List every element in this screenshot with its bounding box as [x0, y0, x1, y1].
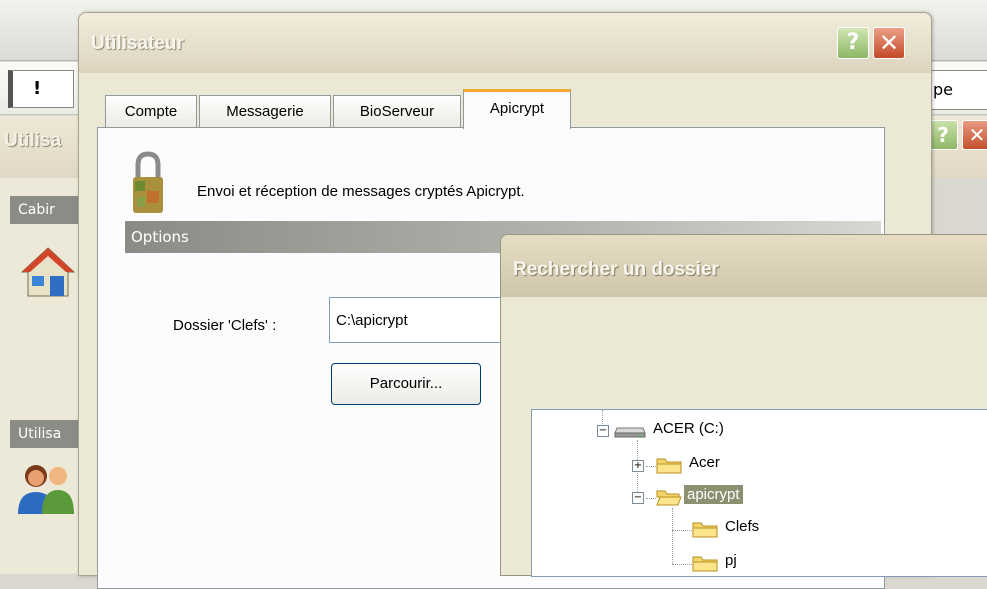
folder-open-icon: [656, 490, 682, 506]
tree-line: [646, 466, 656, 467]
folder-icon: [692, 556, 718, 572]
dialog-titlebar: [79, 13, 931, 73]
dialog-title: Utilisateur: [91, 33, 184, 54]
collapse-toggle[interactable]: −: [632, 492, 644, 504]
collapse-toggle[interactable]: −: [597, 425, 609, 437]
tree-line: [646, 498, 656, 499]
folder-tree[interactable]: − ACER (C:) + Acer − apicrypt Clefs pj: [531, 409, 987, 577]
tab-apicrypt[interactable]: Apicrypt: [463, 89, 571, 129]
background-help-button[interactable]: ?: [928, 120, 958, 150]
tree-line: [672, 564, 692, 565]
expand-toggle[interactable]: +: [632, 460, 644, 472]
tree-node-pj[interactable]: pj: [722, 552, 740, 569]
tab-compte[interactable]: Compte: [105, 95, 197, 127]
background-window-title: Utilisa: [4, 130, 62, 151]
keys-folder-input[interactable]: C:\apicrypt: [329, 297, 529, 343]
help-button[interactable]: ?: [837, 27, 869, 59]
tree-node-label: pj: [725, 552, 737, 569]
browse-dialog-title: Rechercher un dossier: [513, 259, 719, 280]
close-button[interactable]: ✕: [873, 27, 905, 59]
tree-node-label: Acer: [689, 454, 720, 471]
tree-node-clefs[interactable]: Clefs: [722, 518, 762, 535]
browse-folder-dialog: Rechercher un dossier − ACER (C:) + Acer: [500, 234, 987, 577]
users-icon[interactable]: [14, 460, 78, 516]
folder-icon: [692, 522, 718, 538]
tree-node-label-selected: apicrypt: [684, 485, 743, 504]
apicrypt-description: Envoi et réception de messages cryptés A…: [197, 183, 525, 200]
tab-bioserveur[interactable]: BioServeur: [333, 95, 461, 127]
folder-icon: [656, 458, 682, 474]
tree-line: [672, 530, 692, 531]
tree-node-apicrypt[interactable]: apicrypt: [684, 485, 743, 504]
browse-button[interactable]: Parcourir...: [331, 363, 481, 405]
keys-folder-label: Dossier 'Clefs' :: [173, 317, 277, 334]
tab-messagerie[interactable]: Messagerie: [199, 95, 331, 127]
tree-line: [672, 508, 673, 564]
toolbar-right-button[interactable]: pe: [930, 70, 987, 110]
padlock-icon: [133, 151, 163, 213]
tree-node-label: ACER (C:): [653, 420, 724, 437]
drive-icon: [614, 427, 646, 438]
tree-node-drive[interactable]: ACER (C:): [650, 420, 727, 437]
house-icon[interactable]: [20, 246, 76, 298]
tree-node-label: Clefs: [725, 518, 760, 535]
tree-node-acer[interactable]: Acer: [686, 454, 723, 471]
toolbar-exclamation-button[interactable]: !: [8, 70, 74, 108]
background-close-button[interactable]: ✕: [962, 120, 987, 150]
